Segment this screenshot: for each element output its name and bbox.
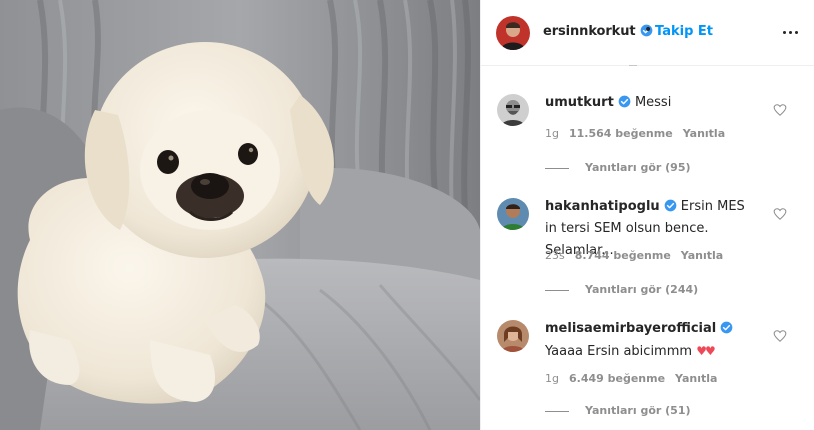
comment-time[interactable]: 1g xyxy=(545,127,559,140)
comment-username[interactable]: hakanhatipoglu xyxy=(545,199,660,214)
comment-meta: 1g 6.449 beğenme Yanıtla xyxy=(545,372,727,385)
comment-likes[interactable]: 6.449 beğenme xyxy=(569,372,665,385)
comment-meta: 23s 8.744 beğenme Yanıtla xyxy=(545,249,733,262)
view-replies-label: Yanıtları gör (51) xyxy=(585,404,691,417)
author-username-text[interactable]: ersinnkorkut xyxy=(543,24,636,39)
heart-outline-icon[interactable] xyxy=(773,207,787,221)
separator-dot: • xyxy=(644,22,653,38)
comment-body: Messi xyxy=(634,95,672,110)
replies-line xyxy=(545,289,569,291)
author-username[interactable]: ersinnkorkut xyxy=(543,24,653,39)
heart-outline-icon[interactable] xyxy=(773,329,787,343)
reply-button[interactable]: Yanıtla xyxy=(683,127,725,140)
view-replies-label: Yanıtları gör (95) xyxy=(585,161,691,174)
comment-time[interactable]: 23s xyxy=(545,249,565,262)
verified-badge-icon xyxy=(664,199,677,212)
instagram-post-view: ersinnkorkut • Takip Et umutkurt Messi 1… xyxy=(0,0,814,430)
red-hearts-emoji: ♥♥ xyxy=(696,344,715,358)
view-replies-button[interactable]: Yanıtları gör (244) xyxy=(545,283,698,296)
comment-username[interactable]: umutkurt xyxy=(545,95,614,110)
comment-body: Yaaaa Ersin abicimmm xyxy=(545,344,693,359)
view-replies-button[interactable]: Yanıtları gör (95) xyxy=(545,161,691,174)
comment-text: melisaemirbayerofficial Yaaaa Ersin abic… xyxy=(545,318,759,363)
post-image[interactable] xyxy=(0,0,480,430)
comment-likes[interactable]: 11.564 beğenme xyxy=(569,127,673,140)
comment-text: umutkurt Messi xyxy=(545,92,759,114)
reply-button[interactable]: Yanıtla xyxy=(675,372,717,385)
comment-meta: 1g 11.564 beğenme Yanıtla xyxy=(545,127,735,140)
commenter-avatar[interactable] xyxy=(497,320,529,352)
follow-button[interactable]: Takip Et xyxy=(655,24,713,39)
replies-line xyxy=(545,167,569,169)
more-options-icon[interactable] xyxy=(781,22,801,42)
comment-time[interactable]: 1g xyxy=(545,372,559,385)
commenter-avatar[interactable] xyxy=(497,198,529,230)
verified-badge-icon xyxy=(618,95,631,108)
author-avatar[interactable] xyxy=(496,16,530,50)
commenter-avatar[interactable] xyxy=(497,94,529,126)
dog-photo-illustration xyxy=(0,0,480,430)
more-dot-3 xyxy=(795,31,798,34)
comment-likes[interactable]: 8.744 beğenme xyxy=(575,249,671,262)
more-dot-1 xyxy=(783,31,786,34)
view-replies-label: Yanıtları gör (244) xyxy=(585,283,699,296)
verified-badge-icon xyxy=(720,321,733,334)
more-dot-2 xyxy=(789,31,792,34)
heart-outline-icon[interactable] xyxy=(773,103,787,117)
comments-panel: ersinnkorkut • Takip Et umutkurt Messi 1… xyxy=(480,0,814,430)
comment-username[interactable]: melisaemirbayerofficial xyxy=(545,321,716,336)
scroll-indicator xyxy=(629,61,637,66)
reply-button[interactable]: Yanıtla xyxy=(681,249,723,262)
post-header: ersinnkorkut • Takip Et xyxy=(481,0,814,66)
replies-line xyxy=(545,410,569,412)
view-replies-button[interactable]: Yanıtları gör (51) xyxy=(545,404,691,417)
